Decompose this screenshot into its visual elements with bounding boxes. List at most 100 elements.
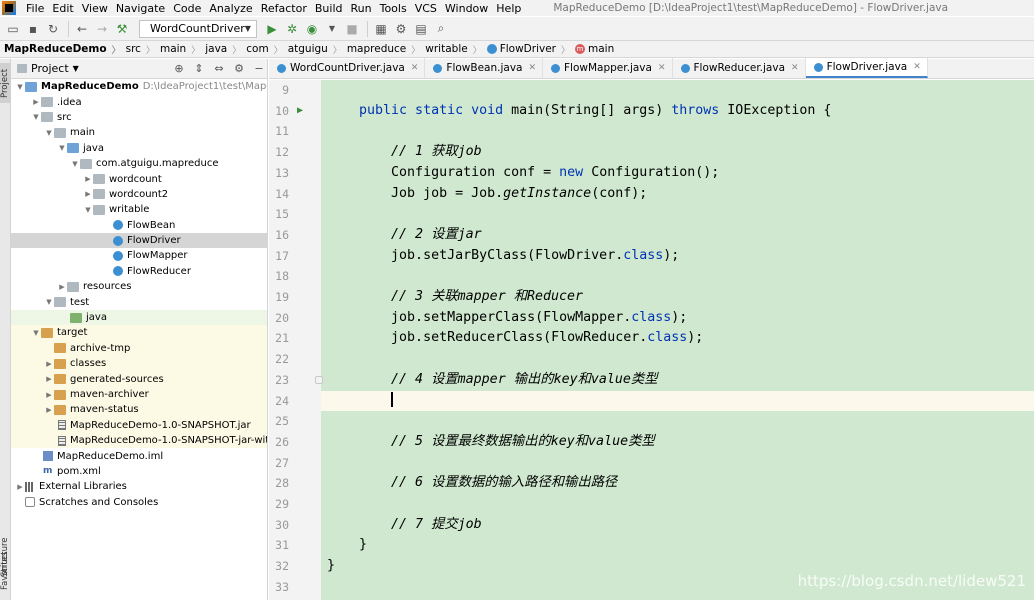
code-line-current[interactable]: 24	[269, 390, 1034, 412]
gear-icon[interactable]: ⚙	[231, 62, 247, 75]
chevron-right-icon[interactable]: ▶	[57, 283, 67, 291]
chevron-down-icon[interactable]: ▼	[83, 206, 93, 214]
menu-code[interactable]: Code	[169, 2, 205, 15]
tree-item-project-root[interactable]: ▼ MapReduceDemo D:\IdeaProject1\test\Map…	[11, 79, 267, 94]
tree-item-java-source[interactable]: ▼ java	[11, 141, 267, 156]
breadcrumb-src[interactable]: src 〉	[126, 43, 160, 56]
code-line[interactable]: 19 // 3 关联mapper 和Reducer	[269, 287, 1034, 308]
folder-open-icon[interactable]: ▭	[4, 20, 22, 38]
chevron-right-icon[interactable]: ▶	[31, 98, 41, 106]
chevron-right-icon[interactable]: ▶	[44, 391, 54, 399]
tab-flowmapper[interactable]: FlowMapper.java ✕	[543, 58, 673, 78]
project-tool-tab[interactable]: Project	[0, 63, 11, 103]
breadcrumb-mapreduce[interactable]: mapreduce 〉	[347, 43, 425, 56]
back-arrow-icon[interactable]: ←	[73, 20, 91, 38]
chevron-right-icon[interactable]: ▶	[44, 360, 54, 368]
tree-item-iml[interactable]: MapReduceDemo.iml	[11, 448, 267, 463]
coverage-icon[interactable]: ◉	[303, 20, 321, 38]
settings-wrench-icon[interactable]: ⚙	[392, 20, 410, 38]
tree-item-jar-with-deps[interactable]: MapReduceDemo-1.0-SNAPSHOT-jar-with-d	[11, 432, 267, 449]
code-line[interactable]: 22	[269, 349, 1034, 370]
breadcrumb-main-method[interactable]: m main	[575, 43, 614, 55]
breadcrumb-writable[interactable]: writable 〉	[425, 43, 486, 56]
breadcrumb-java[interactable]: java 〉	[205, 43, 246, 56]
menu-navigate[interactable]: Navigate	[112, 2, 169, 15]
menu-window[interactable]: Window	[441, 2, 492, 15]
code-line[interactable]: 23 // 4 设置mapper 输出的key和value类型	[269, 370, 1034, 391]
code-line[interactable]: 13 Configuration conf = new Configuratio…	[269, 163, 1034, 184]
save-all-icon[interactable]: ▪	[24, 20, 42, 38]
chevron-down-icon[interactable]: ▼	[44, 298, 54, 306]
build-hammer-icon[interactable]: ⚒	[113, 20, 131, 38]
chevron-down-icon[interactable]: ▼	[31, 329, 41, 337]
code-line[interactable]: 10 ▶ public static void main(String[] ar…	[269, 101, 1034, 122]
favorites-tool-tab[interactable]: Favorites	[0, 541, 11, 600]
code-line[interactable]: 15	[269, 204, 1034, 225]
tab-flowdriver[interactable]: FlowDriver.java ✕	[805, 58, 928, 78]
code-line[interactable]: 30 // 7 提交job	[269, 515, 1034, 536]
tree-item-flowmapper[interactable]: FlowMapper	[11, 248, 267, 263]
run-gutter-icon[interactable]: ▶	[297, 101, 303, 122]
code-line[interactable]: 11	[269, 121, 1034, 142]
more-run-icon[interactable]: ▼	[323, 20, 341, 38]
minimize-icon[interactable]: −	[251, 62, 267, 75]
menu-view[interactable]: View	[78, 2, 112, 15]
tree-item-flowreducer[interactable]: FlowReducer	[11, 264, 267, 279]
breadcrumb-atguigu[interactable]: atguigu 〉	[288, 43, 347, 56]
tree-item-external-libraries[interactable]: ▶ External Libraries	[11, 479, 267, 494]
stop-icon[interactable]: ■	[343, 20, 361, 38]
code-line[interactable]: 27	[269, 453, 1034, 474]
code-line[interactable]: 12 // 1 获取job	[269, 142, 1034, 163]
code-line[interactable]: 28 // 6 设置数据的输入路径和输出路径	[269, 473, 1034, 494]
code-line[interactable]: 16 // 2 设置jar	[269, 225, 1034, 246]
tree-item-java-test[interactable]: java	[11, 309, 267, 326]
menu-build[interactable]: Build	[311, 2, 347, 15]
code-line[interactable]: 17 job.setJarByClass(FlowDriver.class);	[269, 246, 1034, 267]
tree-item-generated-sources[interactable]: ▶ generated-sources	[11, 371, 267, 387]
code-line[interactable]: 18	[269, 266, 1034, 287]
tree-item-wordcount2[interactable]: ▶ wordcount2	[11, 187, 267, 202]
project-panel-title[interactable]: Project	[31, 62, 69, 75]
fold-marker-icon[interactable]	[315, 375, 323, 384]
code-line[interactable]: 25	[269, 411, 1034, 432]
tree-item-src[interactable]: ▼ src	[11, 110, 267, 125]
project-structure-icon[interactable]: ▦	[372, 20, 390, 38]
code-line[interactable]: 14 Job job = Job.getInstance(conf);	[269, 184, 1034, 205]
tree-item-idea[interactable]: ▶ .idea	[11, 94, 267, 109]
code-line[interactable]: 9	[269, 80, 1034, 101]
forward-arrow-icon[interactable]: →	[93, 20, 111, 38]
tree-item-flowdriver[interactable]: FlowDriver	[11, 232, 267, 249]
tree-item-maven-status[interactable]: ▶ maven-status	[11, 402, 267, 418]
chevron-down-icon[interactable]: ▼	[57, 144, 67, 152]
breadcrumb-project[interactable]: MapReduceDemo 〉	[4, 43, 126, 56]
locate-file-icon[interactable]: ⊕	[171, 62, 187, 75]
menu-refactor[interactable]: Refactor	[257, 2, 311, 15]
tree-item-flowbean[interactable]: FlowBean	[11, 218, 267, 233]
sync-icon[interactable]: ↻	[44, 20, 62, 38]
tree-item-pom[interactable]: m pom.xml	[11, 464, 267, 479]
menu-file[interactable]: File	[22, 2, 48, 15]
tree-item-writable[interactable]: ▼ writable	[11, 202, 267, 217]
expand-collapse-icon[interactable]: ⇕	[191, 62, 207, 75]
chevron-right-icon[interactable]: ▶	[83, 175, 93, 183]
chevron-down-icon[interactable]: ▼	[44, 129, 54, 137]
tree-item-test[interactable]: ▼ test	[11, 294, 267, 309]
search-icon[interactable]: ⌕	[432, 20, 450, 38]
tree-item-jar[interactable]: MapReduceDemo-1.0-SNAPSHOT.jar	[11, 417, 267, 433]
code-line[interactable]: 26 // 5 设置最终数据输出的key和value类型	[269, 432, 1034, 453]
breadcrumb-flowdriver[interactable]: FlowDriver 〉	[486, 43, 575, 56]
tree-item-maven-archiver[interactable]: ▶ maven-archiver	[11, 386, 267, 403]
code-line[interactable]: 20 job.setMapperClass(FlowMapper.class);	[269, 308, 1034, 329]
chevron-down-icon[interactable]: ▼	[73, 64, 79, 73]
tab-flowreducer[interactable]: FlowReducer.java ✕	[673, 58, 806, 78]
run-configuration-selector[interactable]: WordCountDriver ▼	[139, 19, 257, 38]
menu-vcs[interactable]: VCS	[411, 2, 441, 15]
tree-item-target[interactable]: ▼ target	[11, 325, 267, 341]
close-icon[interactable]: ✕	[913, 62, 921, 72]
chevron-down-icon[interactable]: ▼	[15, 83, 25, 91]
code-line[interactable]: 21 job.setReducerClass(FlowReducer.class…	[269, 328, 1034, 349]
tab-flowbean[interactable]: FlowBean.java ✕	[425, 58, 544, 78]
chevron-right-icon[interactable]: ▶	[15, 483, 25, 491]
chevron-right-icon[interactable]: ▶	[44, 375, 54, 383]
code-editor[interactable]: 9 10 ▶ public static void main(String[] …	[269, 80, 1034, 600]
